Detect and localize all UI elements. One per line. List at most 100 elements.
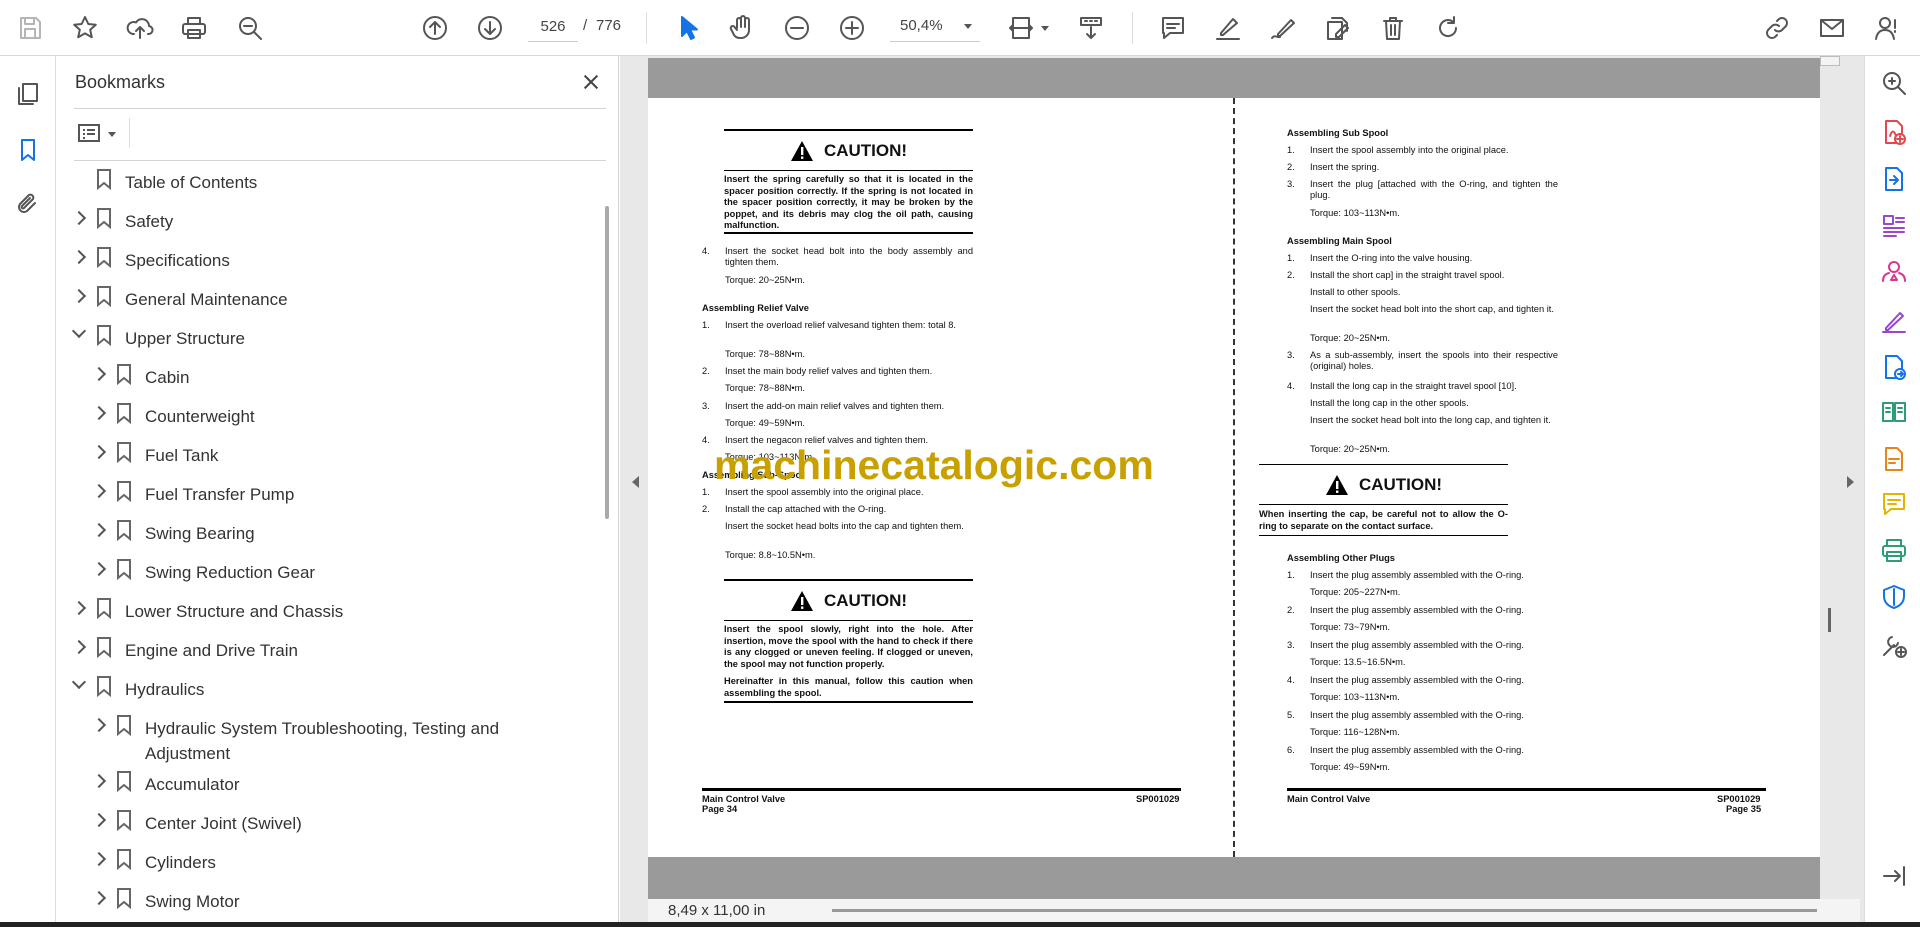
bookmark-item[interactable]: Fuel Transfer Pump [56,476,576,508]
chevron-right-icon[interactable] [91,717,107,733]
collapse-left-icon[interactable] [632,476,639,488]
account-icon[interactable] [1869,10,1905,46]
more-tools-icon[interactable] [1877,628,1911,662]
delete-icon[interactable] [1375,10,1411,46]
document-scrollbar[interactable] [1828,608,1831,632]
chevron-right-icon[interactable] [91,444,107,460]
horizontal-scrollbar[interactable] [832,909,1817,912]
bookmark-label: Upper Structure [125,329,245,348]
bookmark-item[interactable]: Swing Motor [56,883,576,915]
chevron-right-icon[interactable] [71,639,87,655]
chevron-right-icon[interactable] [91,405,107,421]
export-pdf-icon[interactable] [1877,162,1911,196]
print-icon[interactable] [176,10,212,46]
bookmark-icon [96,246,112,269]
fill-sign-icon[interactable] [1877,303,1911,337]
create-pdf-icon[interactable] [1877,115,1911,149]
zoom-search-icon[interactable] [1877,66,1911,100]
chevron-right-icon[interactable] [71,210,87,226]
bookmark-item[interactable]: Swing Bearing [56,515,576,547]
bookmark-item[interactable]: Center Joint (Swivel) [56,805,576,837]
bookmark-item[interactable]: Safety [56,203,576,235]
protect-icon[interactable] [1877,580,1911,614]
save-icon[interactable] [12,10,48,46]
highlight-icon[interactable] [1210,10,1246,46]
bookmark-item[interactable]: Cylinders [56,844,576,876]
edit-pdf-icon[interactable] [1877,442,1911,476]
document-viewport[interactable]: CAUTION! Insert the spring carefully so … [620,56,1864,922]
comment-icon[interactable] [1155,10,1191,46]
torque: Torque: 20~25N•m. [1310,333,1390,343]
right-tools-rail [1864,56,1920,922]
print-production-icon[interactable] [1877,534,1911,568]
fit-page-icon[interactable] [1003,10,1049,46]
bookmark-item[interactable]: General Maintenance [56,281,576,313]
bookmark-item[interactable]: Engine and Drive Train [56,632,576,664]
step-number: 4. [702,246,710,256]
chevron-right-icon[interactable] [91,812,107,828]
hand-icon[interactable] [724,10,760,46]
page-down-icon[interactable] [472,10,508,46]
zoom-out-icon[interactable] [779,10,815,46]
star-icon[interactable] [67,10,103,46]
bookmark-icon[interactable] [10,132,46,168]
chevron-right-icon[interactable] [91,851,107,867]
email-icon[interactable] [1814,10,1850,46]
bookmark-item[interactable]: Swing Reduction Gear [56,554,576,586]
close-icon[interactable] [576,68,606,98]
scroll-up-button[interactable] [1820,56,1840,66]
attachment-icon[interactable] [10,186,46,222]
divider [129,118,130,148]
chevron-right-icon[interactable] [91,366,107,382]
chevron-right-icon[interactable] [91,561,107,577]
rotate-icon[interactable] [1430,10,1466,46]
fill-sign-icon[interactable] [1320,10,1356,46]
chevron-down-icon[interactable] [71,323,87,339]
share-link-icon[interactable] [1759,10,1795,46]
bookmark-item[interactable]: Hydraulic System Troubleshooting, Testin… [56,710,576,766]
scroll-mode-icon[interactable] [1073,10,1109,46]
zoom-in-icon[interactable] [834,10,870,46]
chevron-right-icon[interactable] [91,773,107,789]
collapse-right-icon[interactable] [1847,476,1854,488]
bookmark-item[interactable]: Upper Structure [56,320,576,352]
select-arrow-icon[interactable] [670,10,706,46]
request-signatures-icon[interactable] [1877,254,1911,288]
chevron-right-icon[interactable] [91,483,107,499]
comment-icon[interactable] [1877,487,1911,521]
bookmark-item[interactable]: Counterweight [56,398,576,430]
bookmark-item[interactable]: Lower Structure and Chassis [56,593,576,625]
taskbar-edge [0,922,1920,927]
zoom-dropdown[interactable]: 50,4% [890,12,980,42]
bookmark-item[interactable]: Fuel Tank [56,437,576,469]
send-for-comments-icon[interactable] [1877,350,1911,384]
organize-pages-icon[interactable] [1877,209,1911,243]
chevron-right-icon[interactable] [91,890,107,906]
bookmark-icon [96,675,112,698]
chevron-down-icon[interactable] [71,674,87,690]
chevron-right-icon[interactable] [71,249,87,265]
page-total: 776 [596,17,622,34]
chevron-right-icon[interactable] [91,522,107,538]
bookmark-label: Fuel Tank [145,446,219,465]
bookmark-item[interactable]: Cabin [56,359,576,391]
chevron-right-icon[interactable] [71,600,87,616]
panel-scrollbar[interactable] [605,206,609,519]
bookmark-label: Fuel Transfer Pump [145,485,295,504]
bookmark-item[interactable]: Table of Contents [56,164,576,196]
bookmark-options-icon[interactable] [76,120,122,150]
caution-text: Insert the spool slowly, right into the … [724,624,973,669]
compare-files-icon[interactable] [1877,395,1911,429]
pages-icon[interactable] [10,76,46,112]
upload-icon[interactable] [122,10,158,46]
collapse-pane-icon[interactable] [1877,859,1911,893]
find-icon[interactable] [232,10,268,46]
sign-icon[interactable] [1265,10,1301,46]
chevron-right-icon[interactable] [71,288,87,304]
page-up-icon[interactable] [417,10,453,46]
footer-rule [1287,788,1766,791]
bookmark-item[interactable]: Hydraulics [56,671,576,703]
bookmark-item[interactable]: Accumulator [56,766,576,798]
bookmark-item[interactable]: Specifications [56,242,576,274]
page-number-input[interactable] [528,12,578,42]
